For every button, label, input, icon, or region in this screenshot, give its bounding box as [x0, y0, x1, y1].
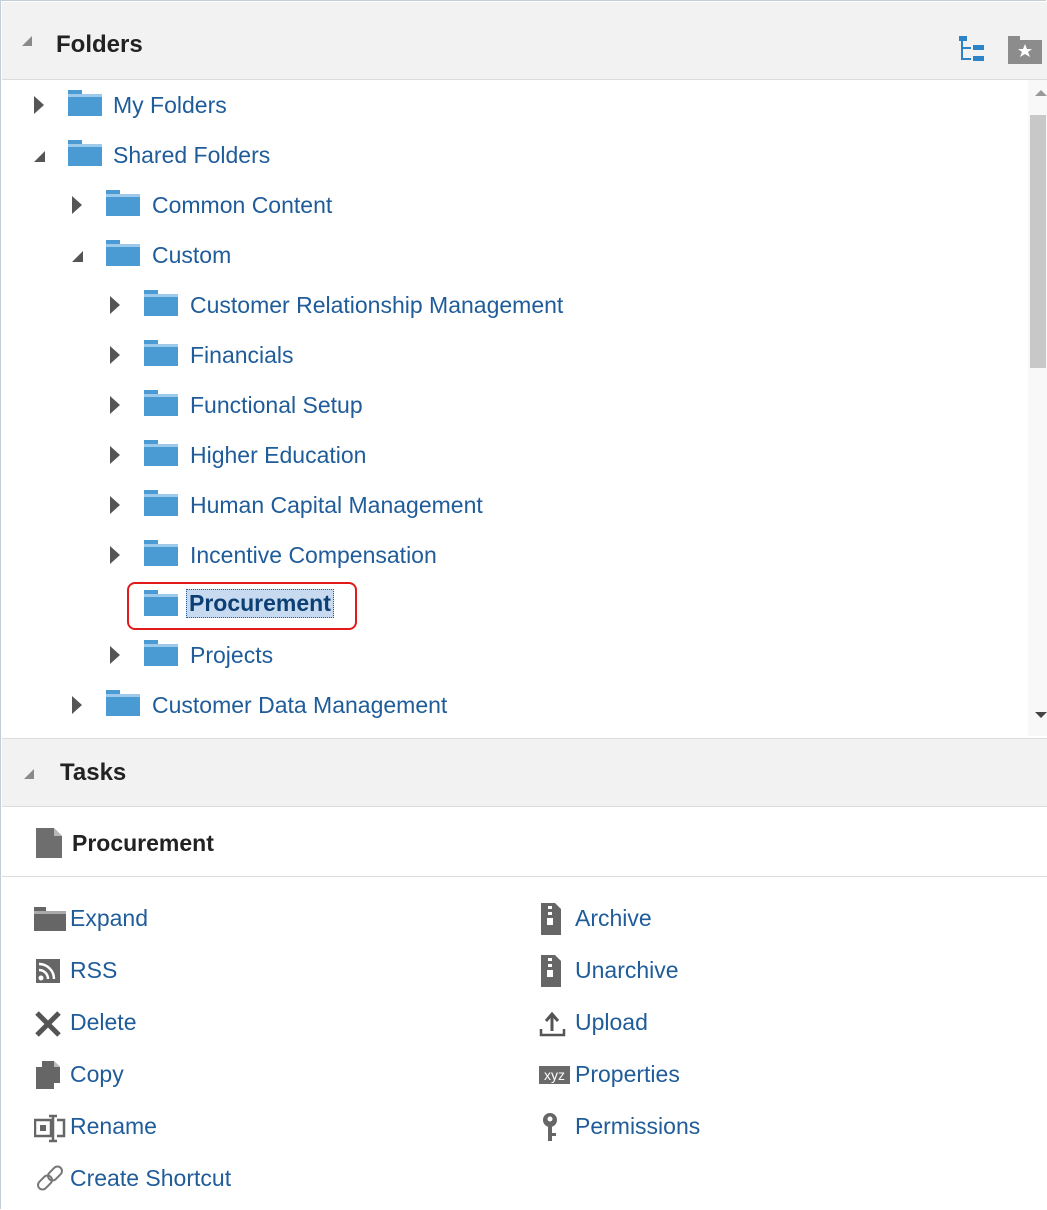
- folder-icon: [144, 490, 178, 516]
- favorite-folder-icon[interactable]: [1008, 36, 1042, 69]
- tree-scrollbar[interactable]: [1028, 80, 1047, 736]
- tree-node-label[interactable]: Financials: [190, 342, 294, 369]
- expand-arrow-icon[interactable]: [72, 696, 82, 714]
- close-x-icon: [34, 1007, 66, 1039]
- tree-node-shared-folders[interactable]: Shared Folders: [2, 130, 1026, 180]
- scroll-down-arrow-icon[interactable]: [1035, 712, 1047, 718]
- folder-icon: [144, 340, 178, 366]
- folder-icon: [144, 440, 178, 466]
- tree-node-customer-data-management[interactable]: Customer Data Management: [2, 680, 1026, 730]
- tree-node-label[interactable]: Customer Data Management: [152, 692, 447, 719]
- tree-view-icon[interactable]: [958, 34, 988, 69]
- tree-node-my-folders[interactable]: My Folders: [2, 80, 1026, 130]
- tree-node-financials[interactable]: Financials: [2, 330, 1026, 380]
- collapse-arrow-icon[interactable]: [72, 251, 83, 262]
- tree-node-label[interactable]: Common Content: [152, 192, 332, 219]
- selected-item-name: Procurement: [72, 830, 214, 856]
- folders-title: Folders: [56, 31, 143, 58]
- tree-node-functional-setup[interactable]: Functional Setup: [2, 380, 1026, 430]
- expand-arrow-icon[interactable]: [110, 296, 120, 314]
- expand-arrow-icon[interactable]: [34, 96, 44, 114]
- folder-icon: [106, 240, 140, 266]
- folder-icon: [144, 390, 178, 416]
- folder-icon: [144, 640, 178, 666]
- expand-arrow-icon[interactable]: [72, 196, 82, 214]
- tasks-header[interactable]: Tasks: [2, 738, 1047, 807]
- folder-icon: [106, 190, 140, 216]
- folder-icon: [144, 290, 178, 316]
- rename-icon: [33, 1111, 66, 1143]
- folder-tree: My Folders Shared Folders Common Content…: [2, 80, 1026, 736]
- folder-icon: [68, 90, 102, 116]
- tree-node-label-selected[interactable]: Procurement: [186, 589, 334, 618]
- tree-node-label[interactable]: Human Capital Management: [190, 492, 483, 519]
- expand-arrow-icon[interactable]: [110, 496, 120, 514]
- folder-icon: [144, 590, 178, 616]
- folder-icon: [106, 690, 140, 716]
- tree-node-projects[interactable]: Projects: [2, 630, 1026, 680]
- tasks-title: Tasks: [60, 759, 127, 786]
- tasks-selected-item: Procurement: [2, 806, 1047, 877]
- tree-node-crm[interactable]: Customer Relationship Management: [2, 280, 1026, 330]
- tree-node-label[interactable]: Incentive Compensation: [190, 542, 437, 569]
- collapse-arrow-icon[interactable]: [34, 151, 45, 162]
- collapse-triangle-icon[interactable]: [22, 36, 32, 46]
- tree-node-procurement[interactable]: Procurement: [2, 580, 1026, 630]
- tree-node-hcm[interactable]: Human Capital Management: [2, 480, 1026, 530]
- expand-arrow-icon[interactable]: [110, 546, 120, 564]
- key-icon: [539, 1111, 571, 1143]
- folder-open-icon: [34, 903, 66, 935]
- document-icon: [36, 828, 62, 863]
- folder-icon: [144, 540, 178, 566]
- copy-icon: [34, 1059, 66, 1091]
- tree-node-label[interactable]: Customer Relationship Management: [190, 292, 563, 319]
- rss-icon: [34, 955, 66, 987]
- tree-node-label[interactable]: My Folders: [113, 92, 227, 119]
- tree-node-common-content[interactable]: Common Content: [2, 180, 1026, 230]
- tree-node-label[interactable]: Shared Folders: [113, 142, 270, 169]
- unarchive-zip-icon: [539, 955, 571, 987]
- collapse-triangle-icon[interactable]: [24, 769, 34, 779]
- tree-node-label[interactable]: Custom: [152, 242, 231, 269]
- properties-icon: xyz: [539, 1059, 571, 1091]
- upload-icon: [539, 1007, 571, 1039]
- expand-arrow-icon[interactable]: [110, 396, 120, 414]
- scroll-up-arrow-icon[interactable]: [1035, 90, 1047, 96]
- expand-arrow-icon[interactable]: [110, 346, 120, 364]
- tree-node-label[interactable]: Higher Education: [190, 442, 366, 469]
- tree-node-label[interactable]: Functional Setup: [190, 392, 363, 419]
- tree-node-custom[interactable]: Custom: [2, 230, 1026, 280]
- tree-node-higher-education[interactable]: Higher Education: [2, 430, 1026, 480]
- tree-node-incentive-compensation[interactable]: Incentive Compensation: [2, 530, 1026, 580]
- folder-icon: [68, 140, 102, 166]
- scroll-thumb[interactable]: [1030, 115, 1046, 368]
- tree-node-label[interactable]: Projects: [190, 642, 273, 669]
- expand-arrow-icon[interactable]: [110, 446, 120, 464]
- expand-arrow-icon[interactable]: [110, 646, 120, 664]
- archive-zip-icon: [539, 903, 571, 935]
- link-chain-icon: [34, 1163, 66, 1195]
- folders-header[interactable]: Folders: [2, 2, 1047, 80]
- folders-and-tasks-pane: Folders My Folders Shared Folders Common…: [0, 0, 1047, 1209]
